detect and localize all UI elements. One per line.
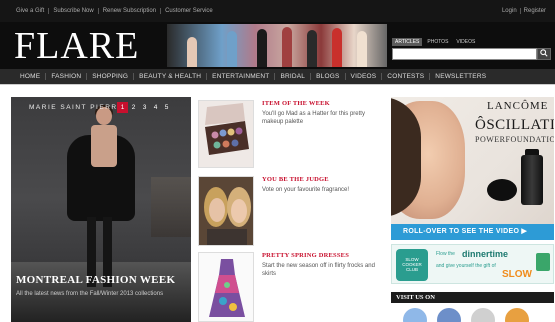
ad-product-name: ÔSCILLATION	[475, 117, 554, 133]
customer-service-link[interactable]: Customer Service	[160, 8, 217, 14]
banner-figure	[282, 27, 292, 67]
slide-page-3[interactable]: 3	[139, 102, 150, 113]
feature-description: Vote on your favourite fragrance!	[262, 187, 350, 193]
ad-bottle-image	[521, 155, 543, 205]
search-tab-articles[interactable]: ARTICLES	[392, 38, 423, 46]
nav-shopping[interactable]: SHOPPING	[86, 73, 133, 80]
feature-title[interactable]: PRETTY SPRING DRESSES	[262, 252, 349, 259]
nav-contests[interactable]: CONTESTS	[381, 73, 429, 80]
search-tab-photos[interactable]: PHOTOS	[424, 38, 451, 46]
register-link[interactable]: Register	[519, 8, 549, 14]
ad-compact-image	[487, 179, 517, 201]
renew-subscription-link[interactable]: Renew Subscription	[97, 8, 160, 14]
feature-thumbnail[interactable]	[198, 252, 254, 322]
slideshow-pager: MARIE SAINT PIERRE 1 2 3 4 5	[11, 102, 191, 114]
search-icon	[540, 49, 548, 57]
utility-bar: Give a Gift Subscribe Now Renew Subscrip…	[0, 0, 555, 22]
nav-blogs[interactable]: BLOGS	[310, 73, 344, 80]
header-banner-image[interactable]	[167, 24, 387, 67]
lancome-ad[interactable]: LANCÔME ÔSCILLATION POWERFOUNDATION ROLL…	[391, 97, 554, 240]
give-a-gift-link[interactable]: Give a Gift	[16, 8, 48, 14]
nav-beauty-health[interactable]: BEAUTY & HEALTH	[133, 73, 206, 80]
slide-page-1[interactable]: 1	[117, 102, 128, 113]
banner-figure	[307, 30, 317, 67]
ad2-highlight: SLOW	[502, 269, 532, 280]
feature-item-of-the-week: ITEM OF THE WEEK You'll go Mad as a Hatt…	[198, 100, 388, 168]
visit-us-title: VISIT US ON	[391, 292, 554, 303]
nav-videos[interactable]: VIDEOS	[344, 73, 382, 80]
page: Give a Gift Subscribe Now Renew Subscrip…	[0, 0, 555, 322]
slide-page-5[interactable]: 5	[161, 102, 172, 113]
nav-entertainment[interactable]: ENTERTAINMENT	[206, 73, 274, 80]
account-links: Login Register	[499, 8, 549, 14]
ad2-line1: Flow the	[436, 251, 455, 257]
banner-figure	[187, 37, 197, 67]
social-icons	[403, 308, 529, 322]
site-logo[interactable]: FLARE	[14, 26, 139, 66]
search-input[interactable]	[392, 48, 537, 60]
dress-image	[199, 253, 253, 321]
social-icon[interactable]	[505, 308, 529, 322]
feature-pretty-spring-dresses: PRETTY SPRING DRESSES Start the new seas…	[198, 252, 388, 322]
banner-figure	[357, 31, 367, 67]
banner-figure	[227, 31, 237, 67]
model-top	[91, 125, 117, 167]
visit-us-module: VISIT US ON	[391, 292, 554, 322]
feature-description: Start the new season off in flirty frock…	[262, 263, 375, 277]
nav-home[interactable]: HOME	[16, 73, 45, 80]
search-tabs: ARTICLES PHOTOS VIDEOS	[392, 38, 552, 46]
slide-page-4[interactable]: 4	[150, 102, 161, 113]
two-women-image	[199, 177, 253, 245]
feature-title[interactable]: YOU BE THE JUDGE	[262, 176, 329, 183]
banner-figure	[257, 29, 267, 67]
feature-title[interactable]: ITEM OF THE WEEK	[262, 100, 330, 107]
nav-newsletters[interactable]: NEWSLETTERS	[429, 73, 491, 80]
nav-bridal[interactable]: BRIDAL	[274, 73, 310, 80]
social-icon[interactable]	[437, 308, 461, 322]
banner-figure	[332, 28, 342, 67]
hero-subtitle: All the latest news from the Fall/Winter…	[16, 291, 164, 297]
subscribe-now-link[interactable]: Subscribe Now	[48, 8, 97, 14]
feature-thumbnail[interactable]	[198, 176, 254, 246]
main-nav: HOME FASHION SHOPPING BEAUTY & HEALTH EN…	[0, 69, 555, 84]
dinnertime-ad[interactable]: SLOW COOKER CLUB Flow the dinnertime and…	[391, 244, 554, 284]
slide-numbers: 1 2 3 4 5	[117, 102, 172, 113]
hero-title[interactable]: MONTREAL FASHION WEEK	[16, 274, 175, 286]
nav-fashion[interactable]: FASHION	[45, 73, 86, 80]
feature-you-be-the-judge: YOU BE THE JUDGE Vote on your favourite …	[198, 176, 388, 246]
feature-thumbnail[interactable]	[198, 100, 254, 168]
social-icon[interactable]	[471, 308, 495, 322]
ad2-brand: dinnertime	[462, 249, 509, 259]
utility-links: Give a Gift Subscribe Now Renew Subscrip…	[16, 8, 217, 14]
makeup-palette-image	[199, 101, 253, 167]
ad-product-subtitle: POWERFOUNDATION	[475, 135, 554, 144]
slide-page-2[interactable]: 2	[128, 102, 139, 113]
ad2-line3: and give yourself the gift of	[436, 263, 496, 269]
feature-description: You'll go Mad as a Hatter for this prett…	[262, 111, 365, 125]
ad2-product-image	[536, 253, 550, 271]
slide-label: MARIE SAINT PIERRE	[29, 104, 124, 111]
search-button[interactable]	[537, 48, 551, 60]
hero-caption: MONTREAL FASHION WEEK All the latest new…	[11, 274, 191, 322]
masthead: FLARE ARTICLES PHOTOS VIDEOS	[0, 22, 555, 69]
login-link[interactable]: Login	[499, 8, 520, 14]
nav-divider	[0, 84, 555, 85]
slow-cooker-club-badge: SLOW COOKER CLUB	[396, 249, 428, 281]
ad-video-cta[interactable]: ROLL-OVER TO SEE THE VIDEO ▶	[391, 224, 554, 240]
search-row	[392, 48, 552, 60]
search-tab-videos[interactable]: VIDEOS	[453, 38, 478, 46]
social-icon[interactable]	[403, 308, 427, 322]
search-area: ARTICLES PHOTOS VIDEOS	[392, 38, 552, 60]
ad-brand: LANCÔME	[487, 100, 549, 112]
hero-slideshow[interactable]: MARIE SAINT PIERRE 1 2 3 4 5 MONTREAL FA…	[11, 97, 191, 322]
hero-audience	[151, 177, 191, 237]
